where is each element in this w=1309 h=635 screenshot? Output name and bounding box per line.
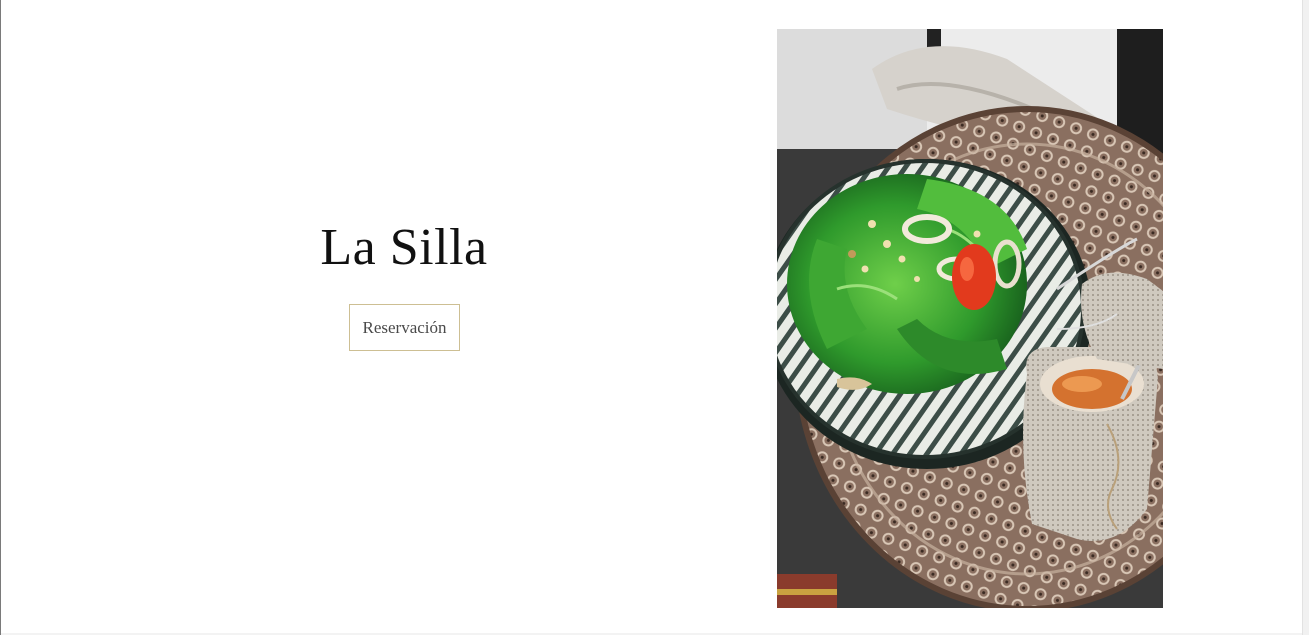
landing-page: La Silla Reservación [0,0,1309,635]
reservation-button[interactable]: Reservación [349,304,460,351]
salad-photo-illustration [777,29,1163,608]
scrollbar-track[interactable] [1302,0,1309,635]
hero-section: La Silla Reservación [2,0,806,635]
restaurant-title: La Silla [320,219,488,276]
food-photo [777,29,1163,608]
